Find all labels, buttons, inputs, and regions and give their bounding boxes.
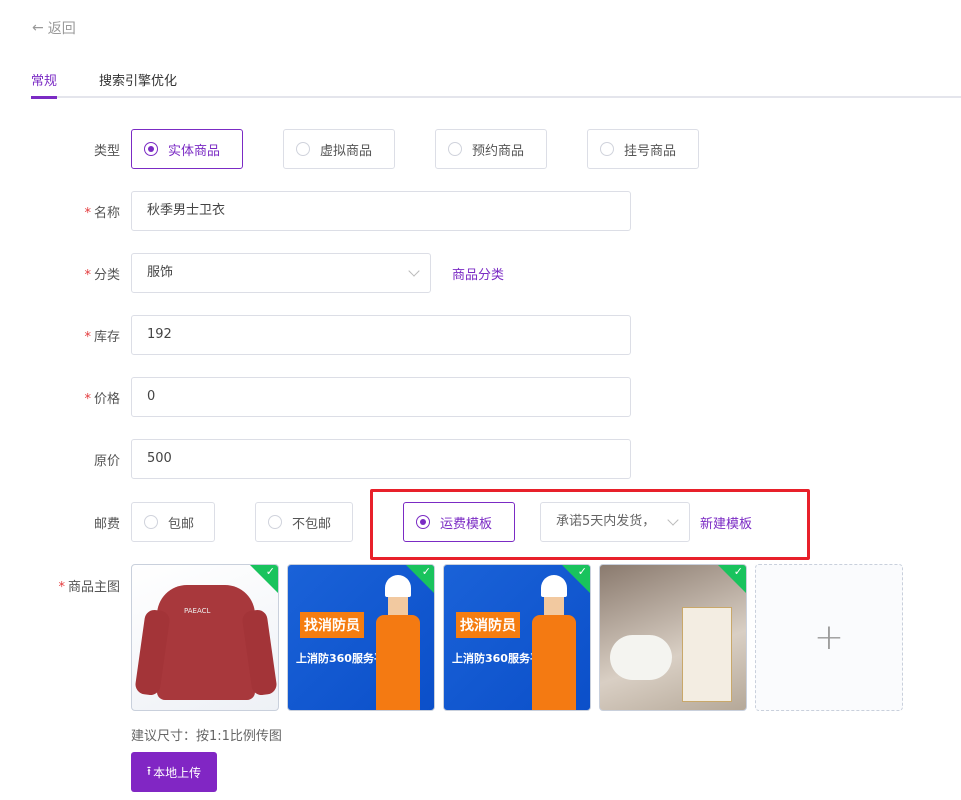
product-image-rice[interactable]: ✓ [599, 564, 747, 711]
type-option-registration[interactable]: 挂号商品 [587, 129, 699, 169]
product-image-banner[interactable]: 找消防员上消防360服务平台✓ [287, 564, 435, 711]
category-select[interactable]: 服饰 [131, 253, 431, 293]
radio-icon [448, 142, 462, 156]
name-input[interactable]: 秋季男士卫衣 [131, 191, 631, 231]
postage-template-select[interactable]: 承诺5天内发货， [540, 502, 690, 542]
product-image-banner[interactable]: 找消防员上消防360服务平台✓ [443, 564, 591, 711]
postage-option-not-free[interactable]: 不包邮 [255, 502, 353, 542]
plus-icon: + [814, 617, 844, 658]
add-image-button[interactable]: + [755, 564, 903, 711]
type-option-virtual[interactable]: 虚拟商品 [283, 129, 395, 169]
upload-icon: ⭱ [147, 762, 151, 783]
check-icon: ✓ [734, 565, 743, 578]
new-template-link[interactable]: 新建模板 [700, 513, 752, 532]
radio-icon [144, 515, 158, 529]
chevron-down-icon [408, 265, 419, 276]
original-price-input[interactable]: 500 [131, 439, 631, 479]
category-label: *分类 [0, 264, 120, 283]
product-image-sweater[interactable]: PAEACL ✓ [131, 564, 279, 711]
arrow-left-icon: ← [32, 20, 44, 36]
check-icon: ✓ [266, 565, 275, 578]
tab-seo[interactable]: 搜索引擎优化 [99, 70, 177, 89]
type-option-physical[interactable]: 实体商品 [131, 129, 243, 169]
radio-icon [268, 515, 282, 529]
upload-local-button[interactable]: ⭱本地上传 [131, 752, 217, 792]
images-label: *商品主图 [0, 576, 120, 595]
price-input[interactable]: 0 [131, 377, 631, 417]
radio-icon [296, 142, 310, 156]
check-icon: ✓ [422, 565, 431, 578]
tab-bar: 常规 搜索引擎优化 [31, 60, 961, 98]
back-link[interactable]: ←返回 [32, 18, 76, 38]
check-icon: ✓ [578, 565, 587, 578]
chevron-down-icon [667, 514, 678, 525]
original-price-label: 原价 [0, 450, 120, 469]
tab-general[interactable]: 常规 [31, 70, 57, 89]
image-size-hint: 建议尺寸：按1:1比例传图 [131, 725, 282, 744]
radio-icon [600, 142, 614, 156]
type-option-reservation[interactable]: 预约商品 [435, 129, 547, 169]
stock-input[interactable]: 192 [131, 315, 631, 355]
type-label: 类型 [0, 140, 120, 159]
postage-option-free[interactable]: 包邮 [131, 502, 215, 542]
radio-icon [416, 515, 430, 529]
radio-icon [144, 142, 158, 156]
stock-label: *库存 [0, 326, 120, 345]
postage-option-template[interactable]: 运费模板 [403, 502, 515, 542]
price-label: *价格 [0, 388, 120, 407]
postage-label: 邮费 [0, 513, 120, 532]
name-label: *名称 [0, 202, 120, 221]
category-link[interactable]: 商品分类 [452, 264, 504, 283]
